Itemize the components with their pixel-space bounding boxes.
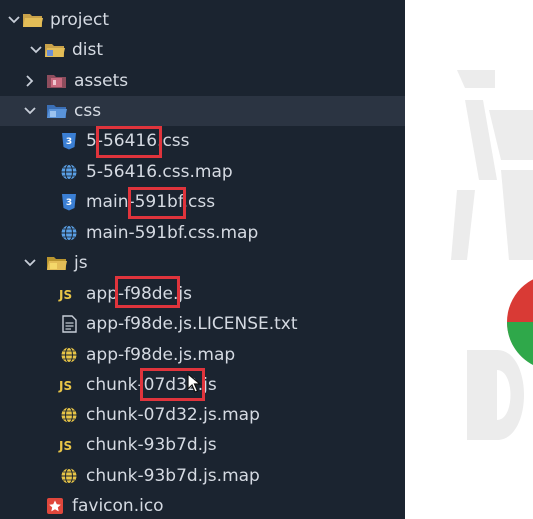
tree-item-label: 5-56416.css.map (86, 162, 233, 182)
tree-item-label: main-591bf.css.map (86, 223, 259, 243)
decorative-shapes (451, 70, 533, 440)
tree-item-file[interactable]: 3 main-591bf.css (0, 187, 405, 217)
tree-item-label: css (74, 101, 102, 121)
tree-item-file[interactable]: JS app-f98de.js (0, 279, 405, 309)
tree-item-file[interactable]: 5-56416.css.map (0, 157, 405, 187)
chevron-right-icon[interactable] (22, 75, 38, 87)
tree-item-project[interactable]: project (0, 5, 396, 35)
js-icon: JS (58, 285, 80, 303)
background-artwork (405, 0, 533, 519)
folder-open-icon (22, 11, 44, 29)
folder-js-icon (46, 254, 68, 272)
svg-text:JS: JS (58, 288, 72, 302)
tree-item-file[interactable]: chunk-07d32.js.map (0, 400, 405, 430)
folder-assets-icon (46, 72, 68, 90)
tree-item-label: js (74, 253, 88, 273)
tree-item-label: assets (74, 71, 129, 91)
tree-item-label: chunk-93b7d.js (86, 435, 217, 455)
globe-map-icon (58, 224, 80, 242)
globe-map-icon (58, 406, 80, 424)
svg-text:JS: JS (58, 379, 72, 393)
globe-map-icon (58, 163, 80, 181)
svg-text:3: 3 (66, 198, 72, 208)
tree-item-label: favicon.ico (72, 496, 164, 516)
tree-item-file[interactable]: main-591bf.css.map (0, 218, 405, 248)
chevron-down-icon[interactable] (6, 16, 22, 24)
tree-item-label: chunk-93b7d.js.map (86, 466, 260, 486)
globe-map-icon (58, 467, 80, 485)
folder-css-icon (46, 102, 68, 120)
tree-item-label: project (50, 10, 110, 30)
tree-item-css[interactable]: css (0, 96, 405, 126)
chevron-down-icon[interactable] (22, 259, 38, 267)
text-file-icon (58, 315, 80, 333)
css3-icon: 3 (58, 132, 80, 150)
tree-item-label: app-f98de.js.LICENSE.txt (86, 314, 298, 334)
tree-item-file[interactable]: app-f98de.js.map (0, 340, 405, 370)
svg-text:3: 3 (66, 137, 72, 147)
tree-item-dist[interactable]: dist (0, 35, 405, 65)
tree-item-file[interactable]: favicon.ico (0, 491, 405, 519)
chevron-down-icon[interactable] (22, 107, 38, 115)
tree-item-label: app-f98de.js.map (86, 345, 236, 365)
tree-item-file[interactable]: JS chunk-93b7d.js (0, 430, 405, 460)
svg-text:JS: JS (58, 439, 72, 453)
tree-item-label: chunk-07d32.js.map (86, 405, 260, 425)
tree-item-js-folder[interactable]: js (0, 248, 405, 278)
tree-item-file[interactable]: app-f98de.js.LICENSE.txt (0, 309, 405, 339)
js-icon: JS (58, 436, 80, 454)
tree-item-file[interactable]: JS chunk-07d32.js (0, 370, 405, 400)
tree-item-label: app-f98de.js (86, 284, 192, 304)
folder-dist-icon (44, 41, 66, 59)
file-explorer: project dist assets css 3 5-56416.css 5-… (0, 0, 405, 519)
tree-item-label: main-591bf.css (86, 192, 216, 212)
globe-map-icon (58, 346, 80, 364)
tree-item-assets[interactable]: assets (0, 66, 405, 96)
tree-item-file[interactable]: 3 5-56416.css (0, 126, 405, 156)
mouse-cursor-icon (187, 373, 202, 393)
tree-item-label: dist (72, 40, 104, 60)
chevron-down-icon[interactable] (28, 46, 44, 54)
tree-item-file[interactable]: chunk-93b7d.js.map (0, 461, 405, 491)
star-image-icon (44, 497, 66, 515)
js-icon: JS (58, 376, 80, 394)
css3-icon: 3 (58, 193, 80, 211)
tree-item-label: 5-56416.css (86, 131, 190, 151)
